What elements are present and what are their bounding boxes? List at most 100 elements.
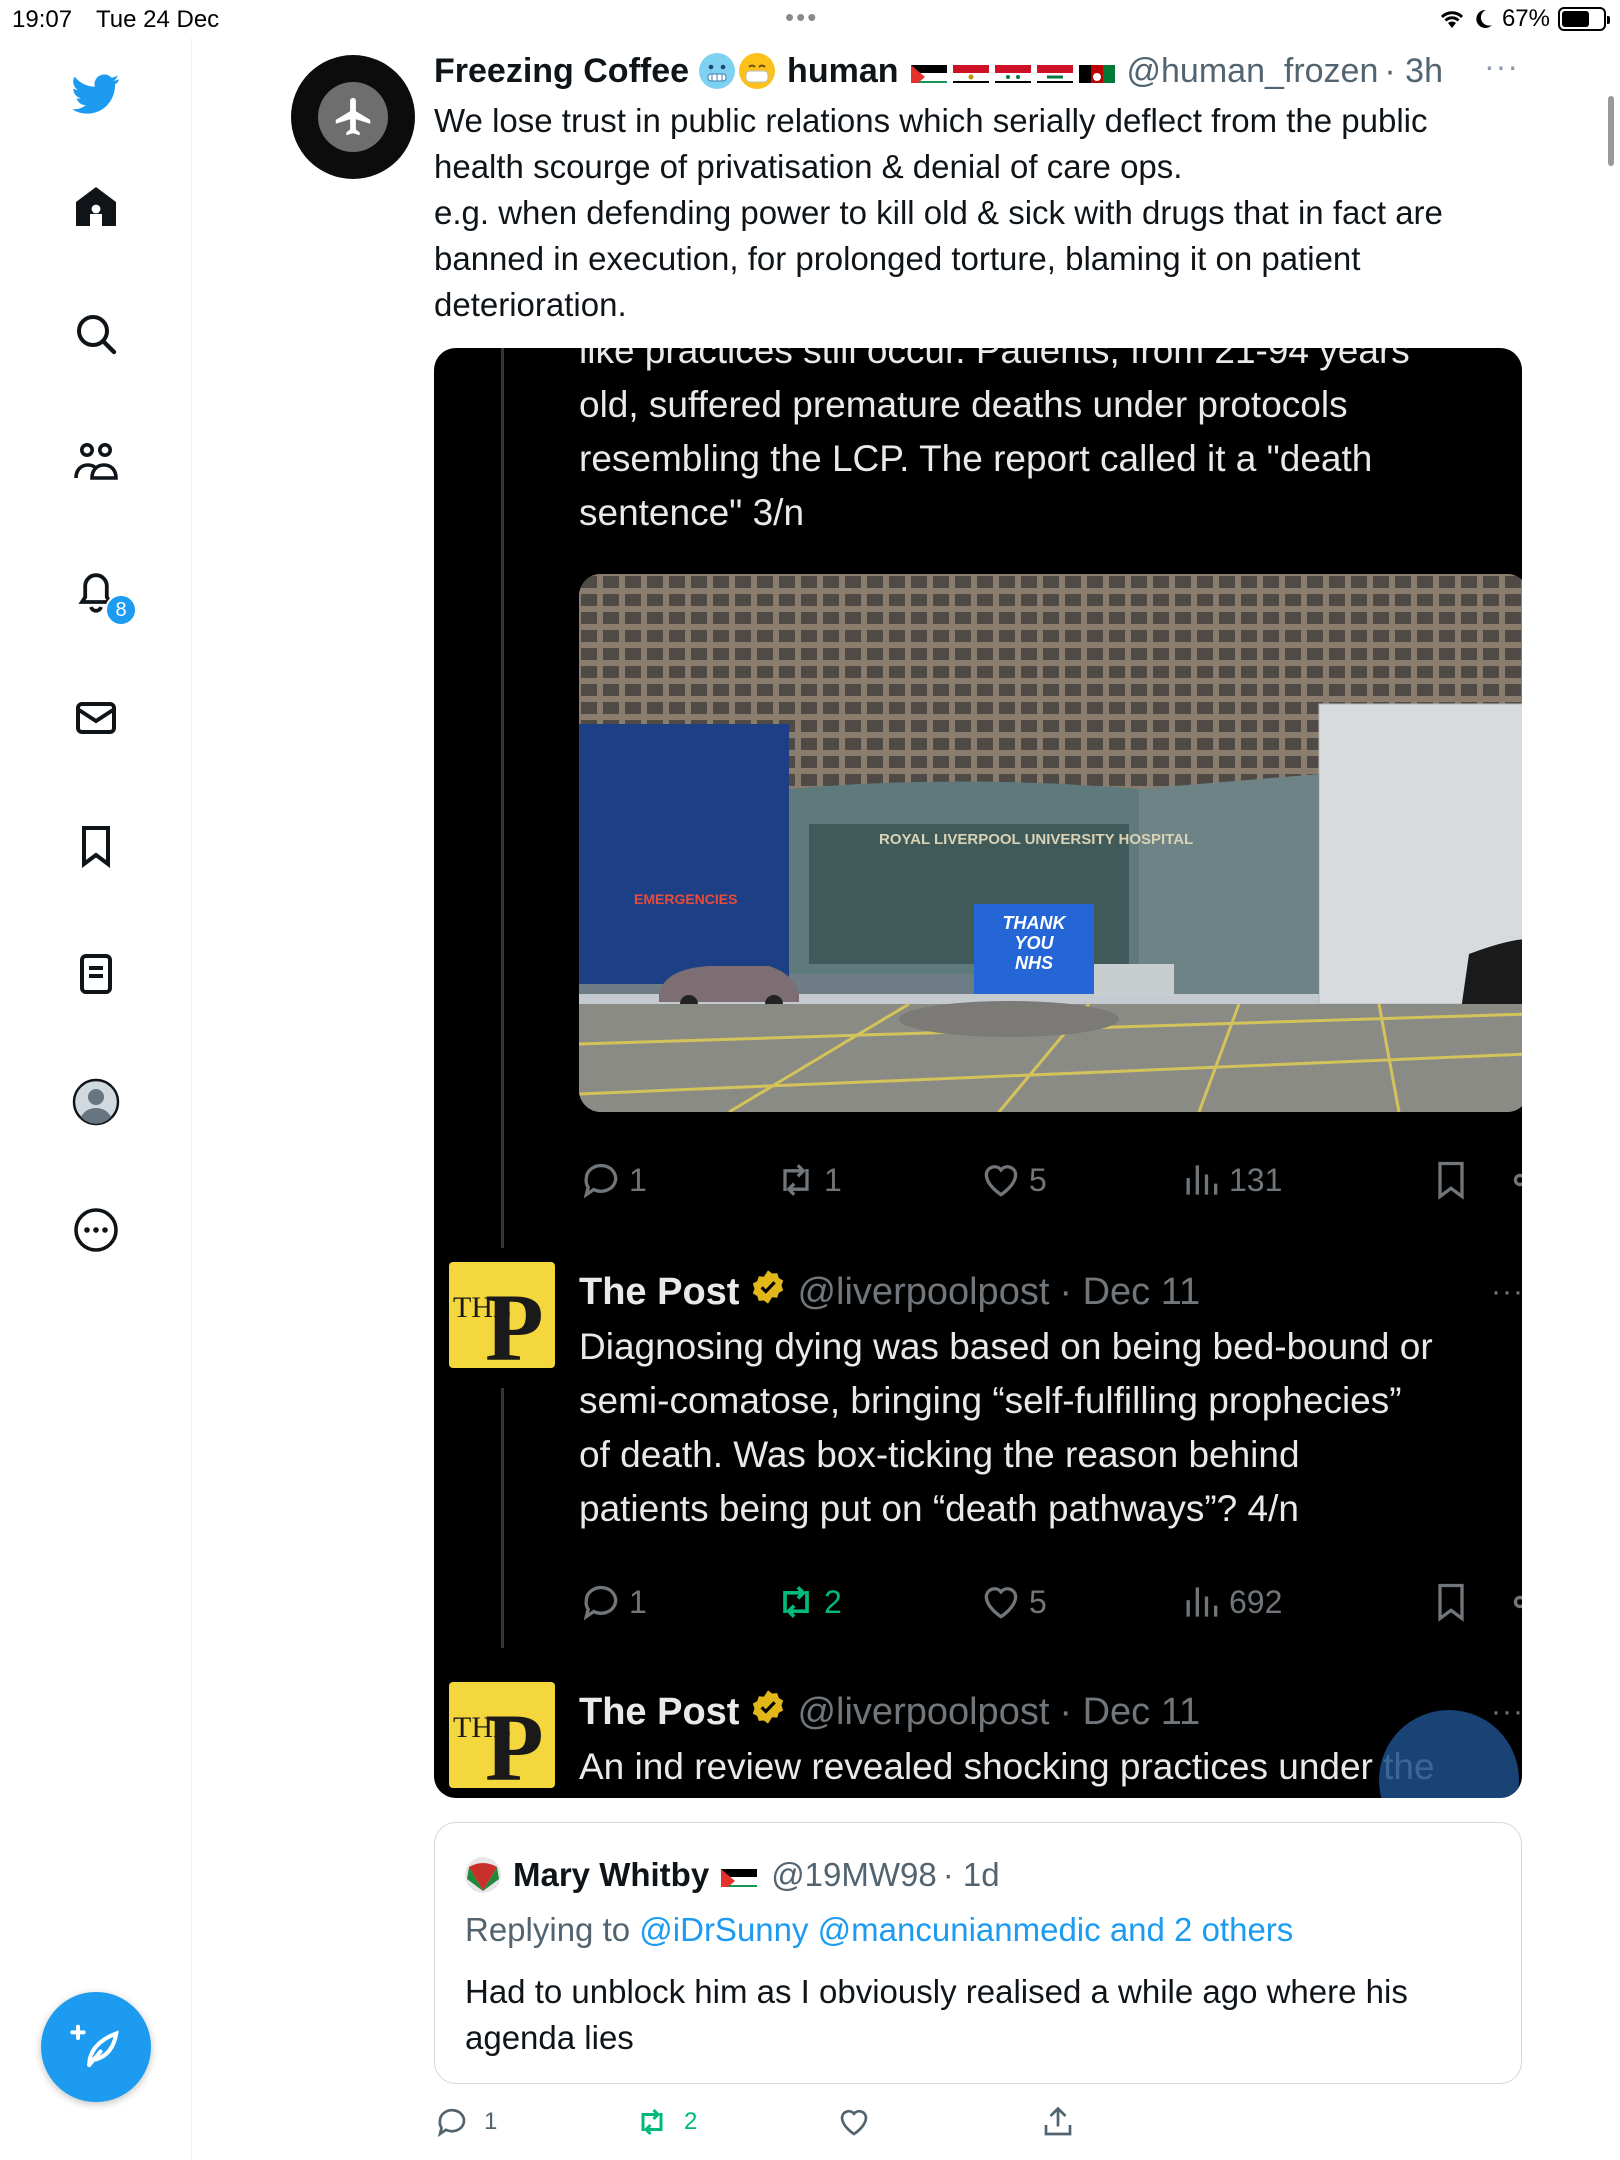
profile-avatar-icon[interactable]: [66, 1072, 126, 1132]
palestine-flag-icon: [721, 1863, 758, 1887]
airplane-icon: [318, 82, 388, 152]
share-upload-icon: [1044, 2106, 1072, 2136]
status-time: 19:07: [12, 6, 73, 33]
tweet-text: We lose trust in public relations which …: [434, 102, 1443, 323]
sidebar: 8: [0, 38, 192, 2160]
quoted-author-handle[interactable]: @19MW98: [771, 1856, 937, 1894]
status-indicators: 67%: [1438, 5, 1610, 33]
replying-to-others[interactable]: 2 others: [1174, 1911, 1293, 1948]
embedded-views: 131: [1179, 1158, 1282, 1202]
embedded-handle: @liverpoolpost: [797, 1690, 1050, 1733]
reply-button[interactable]: 1: [434, 2104, 497, 2140]
embedded-text-line: of death. Was box-ticking the reason beh…: [579, 1434, 1300, 1475]
replying-to-label: Replying to: [465, 1911, 631, 1948]
embedded-date: · Dec 11: [1059, 1270, 1201, 1313]
mask-face-emoji-icon: [739, 53, 776, 89]
tweet-time[interactable]: · 3h: [1384, 52, 1443, 91]
billboard-line: NHS: [1015, 953, 1053, 973]
embedded-repost: 1: [774, 1158, 842, 1202]
reply-count: 1: [484, 2108, 498, 2135]
quoted-tweet-time: · 1d: [942, 1856, 1000, 1893]
replying-to-mentions[interactable]: @iDrSunny @mancunianmedic: [639, 1911, 1100, 1948]
embedded-text-line: An ind review revealed shocking practice…: [579, 1746, 1435, 1787]
list-icon[interactable]: [66, 944, 126, 1004]
media-text-line: old, suffered premature deaths under pro…: [579, 384, 1348, 425]
author-name[interactable]: Freezing Coffee: [434, 52, 689, 91]
repost-count: 2: [684, 2108, 698, 2135]
embedded-repost-active: 2: [774, 1580, 842, 1624]
bookmark-icon: [1429, 1580, 1473, 1624]
billboard-line: THANK: [1003, 913, 1068, 933]
multitasking-dots-icon[interactable]: •••: [785, 2, 818, 33]
heart-icon: [840, 2109, 868, 2136]
syria-flag-icon: [994, 59, 1031, 83]
notification-badge: 8: [105, 594, 137, 626]
embedded-views: 692: [1179, 1580, 1282, 1624]
reply-icon: [437, 2108, 466, 2138]
author-name-suffix: human: [787, 51, 899, 90]
quoted-tweet[interactable]: Mary Whitby @19MW98 · 1d Replying to @iD…: [434, 1822, 1522, 2084]
embedded-reply-count: 1: [629, 1583, 647, 1620]
share-icon: [1509, 1158, 1522, 1202]
embedded-text-line: Diagnosing dying was based on being bed-…: [579, 1326, 1433, 1367]
quoted-author-name[interactable]: Mary Whitby: [513, 1856, 709, 1894]
the-post-logo: THE P: [449, 1262, 555, 1381]
battery-percent: 67%: [1501, 5, 1550, 32]
communities-icon[interactable]: [66, 432, 126, 492]
bookmark-icon[interactable]: [66, 816, 126, 876]
embedded-like: 5: [979, 1158, 1047, 1202]
status-date: Tue 24 Dec: [96, 6, 220, 33]
verified-badge-icon: [749, 1688, 787, 1736]
embedded-actions: 1 1 5 131: [579, 1158, 1522, 1208]
search-icon[interactable]: [66, 304, 126, 364]
share-icon: [1509, 1580, 1522, 1624]
media-text-line: like practices still occur. Patients, fr…: [579, 348, 1410, 371]
envelope-icon[interactable]: [66, 688, 126, 748]
emergencies-sign: EMERGENCIES: [634, 891, 737, 907]
hospital-photo: ROYAL LIVERPOOL UNIVERSITY HOSPITAL EMER…: [579, 574, 1522, 1112]
embedded-post-header: The Post @liverpoolpost · Dec 11 ···: [579, 1686, 1522, 1738]
palestine-flag-icon: [910, 59, 947, 83]
share-button[interactable]: [1040, 2104, 1076, 2140]
embedded-reply: 1: [579, 1580, 647, 1624]
embedded-text-line: semi-comatose, bringing “self-fulfilling…: [579, 1380, 1402, 1421]
scrollbar[interactable]: [1608, 96, 1614, 166]
quoted-author-avatar: [465, 1857, 501, 1893]
author-avatar[interactable]: [291, 55, 415, 179]
status-bar: 19:07 Tue 24 Dec ••• 67%: [0, 0, 1620, 38]
media-text-line: sentence" 3/n: [579, 492, 805, 533]
more-circle-icon[interactable]: [66, 1200, 126, 1260]
embedded-handle: @liverpoolpost: [797, 1270, 1050, 1313]
twitter-bird-icon[interactable]: [66, 64, 126, 124]
repost-button[interactable]: 2: [634, 2104, 697, 2140]
hospital-sign: ROYAL LIVERPOOL UNIVERSITY HOSPITAL: [879, 831, 1193, 848]
media-text-line: resembling the LCP. The report called it…: [579, 438, 1373, 479]
embedded-date: · Dec 11: [1059, 1690, 1201, 1733]
embedded-like: 5: [979, 1580, 1047, 1624]
replying-to-and: and: [1109, 1911, 1165, 1948]
tweet-more-button[interactable]: ···: [1484, 48, 1519, 85]
tweet-actions: 1 2: [434, 2104, 1534, 2148]
freezing-face-emoji-icon: [699, 53, 736, 89]
thread-line: [501, 348, 504, 1248]
embedded-like-count: 5: [1029, 1161, 1047, 1198]
embedded-reply-count: 1: [629, 1161, 647, 1198]
verified-badge-icon: [749, 1268, 787, 1316]
wifi-icon: [1440, 11, 1464, 28]
battery-icon: [1558, 7, 1610, 31]
quoted-tweet-text: Had to unblock him as I obviously realis…: [465, 1973, 1408, 2056]
compose-tweet-button[interactable]: [41, 1992, 151, 2102]
iraq-flag-icon: [1036, 59, 1073, 83]
bookmark-icon: [1429, 1158, 1473, 1202]
embedded-author-name: The Post: [579, 1690, 740, 1733]
home-icon[interactable]: [66, 176, 126, 236]
author-handle[interactable]: @human_frozen: [1127, 52, 1379, 91]
like-button[interactable]: [836, 2104, 872, 2140]
egypt-flag-icon: [952, 59, 989, 83]
embedded-author-name: The Post: [579, 1270, 740, 1313]
embedded-reply: 1: [579, 1158, 647, 1202]
tweet-header: Freezing Coffee human @human_frozen · 3h: [434, 48, 1443, 94]
repost-icon: [641, 2108, 663, 2136]
tweet-media-image[interactable]: like practices still occur. Patients, fr…: [434, 348, 1522, 1798]
embedded-more-icon: ···: [1491, 1275, 1522, 1308]
